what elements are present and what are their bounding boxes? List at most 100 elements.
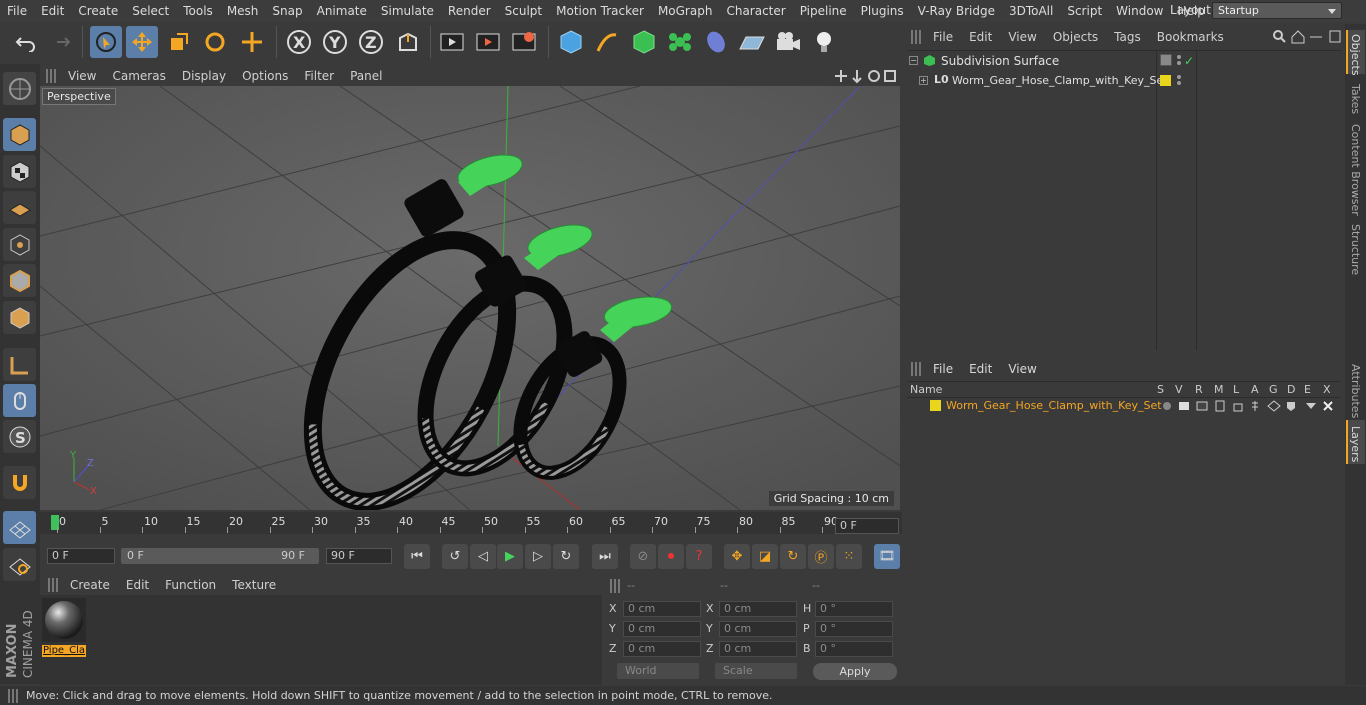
coord-rotation-field[interactable]: 0 ° [815,621,893,637]
layer-column-x[interactable]: X [1323,383,1331,396]
live-selection-icon[interactable] [90,26,122,58]
menu-snap[interactable]: Snap [265,0,309,22]
apply-button[interactable]: Apply [813,663,897,680]
solo-mode-icon[interactable]: S [3,420,36,453]
camera-object-icon[interactable] [772,26,804,58]
viewport-menu-panel[interactable]: Panel [342,69,390,83]
cube-primitive-icon[interactable] [555,26,587,58]
viewport-menu-view[interactable]: View [60,69,104,83]
render-dots-icon[interactable] [1176,54,1182,66]
viewport-nav-icons[interactable] [834,68,898,84]
viewport-menu-display[interactable]: Display [174,69,234,83]
layer-menu-edit[interactable]: Edit [961,362,1000,376]
previous-key-icon[interactable]: ↺ [442,544,468,569]
workplane-lock-icon[interactable] [3,511,36,544]
layer-column-m[interactable]: M [1214,383,1224,396]
workplane-mode-icon[interactable] [3,191,36,224]
timeline-ruler[interactable] [40,512,902,534]
texture-mode-icon[interactable] [3,155,36,188]
start-frame-field[interactable]: 0 F [47,548,115,564]
key-scale-icon[interactable]: ◪ [752,544,778,569]
snap-magnet-icon[interactable] [3,466,36,499]
panel-handle-icon[interactable] [610,579,620,593]
scale-tool-icon[interactable] [163,26,195,58]
object-menu-objects[interactable]: Objects [1045,30,1106,44]
collapse-toggle-icon[interactable]: − [909,56,918,65]
menu-plugins[interactable]: Plugins [854,0,911,22]
panel-handle-icon[interactable] [46,69,56,83]
menu-animate[interactable]: Animate [310,0,374,22]
layer-color-swatch[interactable] [930,400,941,411]
object-manager-tools[interactable] [1272,29,1342,45]
material-menu-texture[interactable]: Texture [224,578,284,592]
tab-content-browser[interactable]: Content Browser [1349,124,1362,216]
coord-size-field[interactable]: 0 cm [719,601,797,617]
floor-object-icon[interactable] [736,26,768,58]
panel-handle-icon[interactable] [911,30,921,44]
panel-handle-icon[interactable] [911,362,921,376]
object-menu-tags[interactable]: Tags [1106,30,1149,44]
tab-structure[interactable]: Structure [1349,224,1362,275]
menu-file[interactable]: File [0,0,34,22]
render-dots-icon[interactable] [1176,74,1182,86]
render-picture-viewer-icon[interactable] [472,26,504,58]
layout-select[interactable]: Startup [1212,2,1342,19]
object-menu-file[interactable]: File [925,30,961,44]
pen-spline-icon[interactable] [591,26,623,58]
material-menu-edit[interactable]: Edit [118,578,157,592]
layer-column-r[interactable]: R [1195,383,1203,396]
object-menu-bookmarks[interactable]: Bookmarks [1149,30,1232,44]
record-keys-icon[interactable]: ⊘ [630,544,656,569]
layer-column-l[interactable]: L [1233,383,1239,396]
panel-handle-icon[interactable] [48,578,58,592]
timeline-window-icon[interactable]: 🎞 [874,544,900,569]
x-axis-lock-icon[interactable]: X [283,26,315,58]
polygons-mode-icon[interactable] [3,301,36,334]
deformer-icon[interactable] [700,26,732,58]
tab-attributes[interactable]: Attributes [1349,364,1362,418]
visibility-tag-icon[interactable] [1160,54,1172,66]
locked-workplane-icon[interactable] [3,548,36,581]
coord-position-field[interactable]: 0 cm [623,641,701,657]
material-menu-function[interactable]: Function [157,578,224,592]
end-frame-field[interactable]: 90 F [326,548,392,564]
coord-rotation-field[interactable]: 0 ° [815,601,893,617]
layer-column-name[interactable]: Name [910,383,942,396]
menu-sculpt[interactable]: Sculpt [498,0,549,22]
menu-character[interactable]: Character [719,0,792,22]
menu-select[interactable]: Select [125,0,176,22]
next-frame-icon[interactable]: ▷ [525,544,551,569]
key-position-icon[interactable]: ✥ [724,544,750,569]
menu-3dtoall[interactable]: 3DToAll [1002,0,1060,22]
z-axis-lock-icon[interactable]: Z [355,26,387,58]
coord-rotation-field[interactable]: 0 ° [815,641,893,657]
material-swatch[interactable]: Pipe_Cla [42,598,86,657]
play-forward-icon[interactable]: ▶ [497,544,523,569]
panel-handle-icon[interactable] [8,689,18,703]
viewport-camera-label[interactable]: Perspective [42,88,116,105]
go-to-end-icon[interactable]: ⏭ [592,544,618,569]
redo-button[interactable] [44,26,76,58]
viewport-menu-options[interactable]: Options [234,69,296,83]
render-settings-icon[interactable] [508,26,540,58]
material-menu-create[interactable]: Create [62,578,118,592]
model-mode-icon[interactable] [3,118,36,151]
menu-simulate[interactable]: Simulate [374,0,441,22]
viewport-menu-filter[interactable]: Filter [296,69,342,83]
layer-column-d[interactable]: D [1287,383,1295,396]
size-mode-select[interactable]: Scale [715,663,797,679]
layer-column-e[interactable]: E [1304,383,1311,396]
coordinate-system-icon[interactable] [392,26,424,58]
menu-render[interactable]: Render [441,0,498,22]
enabled-check-icon[interactable]: ✓ [1184,54,1194,68]
current-frame-field[interactable]: 0 F [835,518,899,534]
go-to-start-icon[interactable]: ⏮ [404,544,430,569]
subdivision-surface-icon[interactable] [628,26,660,58]
keyframe-selection-icon[interactable]: ? [686,544,712,569]
menu-pipeline[interactable]: Pipeline [793,0,854,22]
menu-tools[interactable]: Tools [176,0,220,22]
menu-create[interactable]: Create [71,0,125,22]
menu-script[interactable]: Script [1060,0,1109,22]
layer-column-g[interactable]: G [1269,383,1278,396]
3d-viewport[interactable]: YZ X [40,86,900,510]
